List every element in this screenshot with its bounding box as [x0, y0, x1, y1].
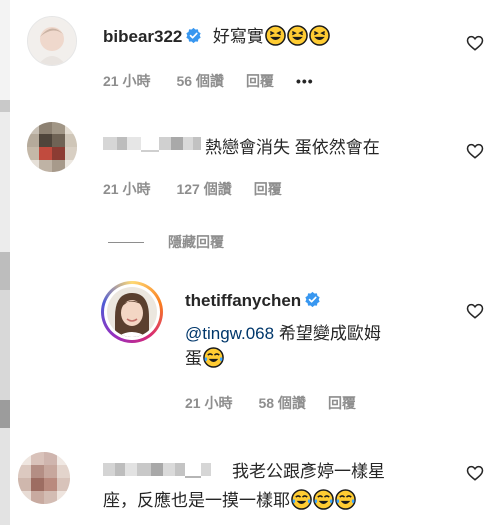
comment-time: 21 小時	[103, 73, 151, 89]
hide-replies-label[interactable]: 隱藏回覆	[168, 234, 224, 250]
comment-text: 好寫實	[212, 27, 264, 46]
comment-text-line1: 我老公跟彥婷一樣星	[232, 462, 385, 481]
like-count[interactable]: 56 個讚	[176, 73, 223, 89]
mention-link[interactable]: @tingw.068	[185, 324, 274, 343]
comment-text-line2: 座，反應也是一摸一樣耶	[103, 486, 356, 511]
reply-button[interactable]: 回覆	[328, 395, 356, 411]
comment-bibear322: bibear322 好寫實 21 小時 56 個讚 回覆 •••	[0, 0, 497, 100]
reply-text: 希望變成歐姆	[274, 324, 381, 343]
hide-replies-toggle[interactable]: 隱藏回覆	[108, 232, 224, 252]
reply-text-continued: 蛋	[185, 349, 202, 368]
reply-button[interactable]: 回覆	[246, 73, 274, 89]
comment-time: 21 小時	[103, 181, 151, 197]
reply-button[interactable]: 回覆	[254, 181, 282, 197]
comment-body: bibear322 好寫實	[103, 22, 330, 47]
avatar-pixelated[interactable]	[27, 122, 77, 172]
heart-icon[interactable]	[466, 302, 484, 320]
avatar-photo	[28, 17, 76, 65]
reply-text-line1: @tingw.068 希望變成歐姆	[185, 319, 381, 344]
username-bibear322[interactable]: bibear322	[103, 27, 182, 46]
tears-of-joy-emoji-icon	[313, 489, 334, 510]
comment-2: 熱戀會消失 蛋依然會在 21 小時 127 個讚 回覆 隱藏回覆	[0, 100, 497, 250]
pixelated-avatar-image	[27, 122, 77, 172]
tears-of-joy-emoji-icon	[335, 489, 356, 510]
comment-text: 熱戀會消失 蛋依然會在	[205, 138, 380, 157]
more-options-button[interactable]: •••	[296, 73, 314, 89]
comment-text-continued: 座，反應也是一摸一樣耶	[103, 491, 290, 510]
reply-text-line2: 蛋	[185, 344, 224, 369]
like-count[interactable]: 127 個讚	[176, 181, 231, 197]
reply-time: 21 小時	[185, 395, 233, 411]
username-pixelated[interactable]	[103, 135, 201, 153]
tears-of-joy-emoji-icon	[291, 489, 312, 510]
avatar-thetiffanychen[interactable]	[101, 281, 163, 343]
avatar-bibear322[interactable]	[27, 16, 77, 66]
comment-meta: 21 小時 56 個讚 回覆 •••	[103, 71, 336, 91]
username-thetiffanychen[interactable]: thetiffanychen	[185, 291, 301, 310]
avatar-pixelated[interactable]	[18, 452, 70, 504]
grinning-squinting-emoji-icon	[309, 25, 330, 46]
tears-of-joy-emoji-icon	[203, 347, 224, 368]
verified-badge-icon	[186, 27, 202, 44]
grinning-squinting-emoji-icon	[287, 25, 308, 46]
heart-icon[interactable]	[466, 142, 484, 160]
grinning-squinting-emoji-icon	[265, 25, 286, 46]
username-pixelated[interactable]	[103, 461, 211, 479]
avatar-photo	[107, 287, 157, 337]
like-count[interactable]: 58 個讚	[258, 395, 305, 411]
pixelated-avatar-image	[18, 452, 70, 504]
heart-icon[interactable]	[466, 34, 484, 52]
comment-4: 我老公跟彥婷一樣星 座，反應也是一摸一樣耶	[0, 440, 497, 525]
reply-meta: 21 小時 58 個讚 回覆	[185, 393, 378, 413]
reply-header: thetiffanychen	[185, 291, 321, 311]
hide-replies-divider	[108, 242, 144, 244]
comment-meta: 21 小時 127 個讚 回覆	[103, 179, 304, 199]
reply-thetiffanychen: thetiffanychen @tingw.068 希望變成歐姆 蛋 21 小時…	[0, 275, 497, 425]
verified-badge-icon	[305, 291, 320, 308]
heart-icon[interactable]	[466, 464, 484, 482]
